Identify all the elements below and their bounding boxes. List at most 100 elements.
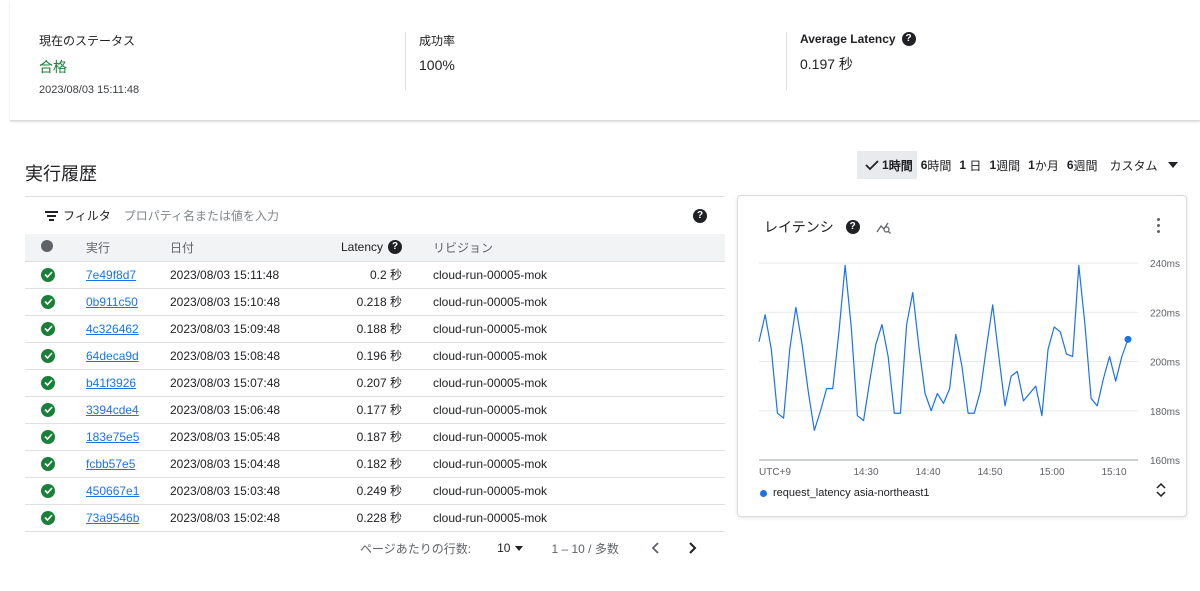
run-revision-cell: cloud-run-00005-mok — [408, 396, 725, 424]
run-revision-cell: cloud-run-00005-mok — [408, 450, 725, 478]
status-cell — [25, 450, 86, 478]
range-1-month[interactable]: 1 か月 — [1024, 151, 1063, 179]
current-status-value: 合格 — [39, 59, 67, 75]
rows-per-page-select[interactable]: 10 — [497, 541, 524, 555]
current-status-metric: 現在のステータス 合格 2023/08/03 15:11:48 — [39, 32, 139, 96]
current-status-label: 現在のステータス — [39, 34, 136, 48]
run-latency-cell: 0.196 秒 — [313, 342, 408, 370]
filter-input[interactable] — [123, 208, 644, 223]
run-id-link[interactable]: 0b911c50 — [86, 295, 138, 309]
latency-series-line — [758, 264, 1129, 432]
run-id-link[interactable]: 4c326462 — [86, 322, 139, 336]
range-num: 1 — [959, 158, 967, 172]
date-column-header[interactable]: 日付 — [170, 234, 313, 262]
range-custom[interactable]: カスタム — [1102, 151, 1182, 179]
table-row: 450667e1 2023/08/03 15:03:48 0.249 秒 clo… — [25, 477, 725, 505]
range-6-weeks[interactable]: 6 週間 — [1063, 151, 1102, 179]
run-id-link[interactable]: 73a9546b — [86, 511, 139, 525]
execution-history-table: 実行 日付 Latency? リビジョン 7e49f8d7 2023/08/03… — [25, 234, 725, 532]
help-icon[interactable]: ? — [388, 240, 402, 255]
run-id-cell: 3394cde4 — [86, 396, 170, 424]
y-tick-label: 200ms — [1150, 358, 1180, 369]
rows-per-page-label: ページあたりの行数: — [360, 541, 472, 556]
help-icon[interactable]: ? — [693, 209, 707, 223]
table-row: fcbb57e5 2023/08/03 15:04:48 0.182 秒 clo… — [25, 450, 725, 478]
table-row: 64deca9d 2023/08/03 15:08:48 0.196 秒 clo… — [25, 342, 725, 370]
run-latency-cell: 0.188 秒 — [313, 315, 408, 343]
status-cell — [25, 288, 86, 316]
run-date-cell: 2023/08/03 15:02:48 — [170, 504, 313, 532]
rows-per-page-value: 10 — [497, 541, 511, 555]
status-cell — [25, 261, 86, 289]
run-id-link[interactable]: 3394cde4 — [86, 403, 139, 417]
range-num: 6 — [920, 158, 928, 172]
run-latency-cell: 0.187 秒 — [313, 423, 408, 451]
status-cell — [25, 315, 86, 343]
y-tick-label: 240ms — [1150, 259, 1180, 270]
range-1-week[interactable]: 1 週間 — [985, 151, 1024, 179]
status-cell — [25, 504, 86, 532]
range-unit: 時間 — [927, 158, 952, 173]
run-date-cell: 2023/08/03 15:10:48 — [170, 288, 313, 316]
run-id-cell: b41f3926 — [86, 369, 170, 397]
x-tick-label: 14:50 — [977, 467, 1002, 478]
table-row: 4c326462 2023/08/03 15:09:48 0.188 秒 clo… — [25, 315, 725, 343]
run-revision-cell: cloud-run-00005-mok — [408, 342, 725, 370]
run-column-header[interactable]: 実行 — [86, 234, 170, 262]
success-check-icon — [41, 375, 55, 390]
run-revision-cell: cloud-run-00005-mok — [408, 369, 725, 397]
run-id-link[interactable]: b41f3926 — [86, 376, 136, 390]
run-id-cell: 0b911c50 — [86, 288, 170, 316]
range-6-hours[interactable]: 6 時間 — [917, 151, 956, 179]
success-check-icon — [41, 429, 55, 444]
status-cell — [25, 396, 86, 424]
run-id-link[interactable]: 183e75e5 — [86, 430, 139, 444]
previous-page-button[interactable] — [645, 538, 665, 558]
next-page-button[interactable] — [683, 538, 703, 558]
filter-icon — [44, 210, 58, 221]
dropdown-caret-icon — [515, 545, 524, 551]
current-status-time: 2023/08/03 15:11:48 — [39, 84, 140, 96]
run-revision-cell: cloud-run-00005-mok — [408, 477, 725, 505]
status-cell — [25, 369, 86, 397]
run-date-cell: 2023/08/03 15:09:48 — [170, 315, 313, 343]
run-id-link[interactable]: 450667e1 — [86, 484, 139, 498]
range-1-hour[interactable]: 1 時間 — [857, 151, 917, 179]
range-unit: 週間 — [1073, 158, 1098, 173]
average-latency-header: Average Latency ? — [800, 32, 916, 46]
success-rate-label: 成功率 — [419, 34, 456, 48]
run-latency-cell: 0.177 秒 — [313, 396, 408, 424]
run-revision-cell: cloud-run-00005-mok — [408, 261, 725, 289]
success-check-icon — [41, 321, 55, 336]
latency-column-label: Latency — [340, 240, 383, 255]
timezone-label: UTC+9 — [759, 467, 791, 478]
expand-legend-icon[interactable] — [1156, 483, 1166, 497]
x-tick-label: 15:00 — [1039, 467, 1064, 478]
page-range-text: 1 – 10 / 多数 — [551, 541, 619, 556]
range-num: 1 — [882, 158, 889, 172]
run-revision-cell: cloud-run-00005-mok — [408, 315, 725, 343]
success-check-icon — [41, 267, 55, 282]
run-id-cell: 4c326462 — [86, 315, 170, 343]
run-id-link[interactable]: 7e49f8d7 — [86, 268, 136, 282]
revision-column-header[interactable]: リビジョン — [408, 234, 725, 262]
run-id-link[interactable]: 64deca9d — [86, 349, 139, 363]
chevron-right-icon — [689, 542, 697, 554]
range-unit: か月 — [1034, 158, 1059, 173]
run-latency-cell: 0.182 秒 — [313, 450, 408, 478]
run-id-link[interactable]: fcbb57e5 — [86, 457, 135, 471]
latency-column-header[interactable]: Latency? — [313, 234, 408, 262]
run-id-cell: 7e49f8d7 — [86, 261, 170, 289]
dropdown-caret-icon — [1167, 162, 1178, 168]
success-rate-metric: 成功率 100% — [419, 32, 455, 73]
help-icon[interactable]: ? — [901, 32, 916, 46]
range-1-day[interactable]: 1 日 — [955, 151, 985, 179]
success-check-icon — [41, 456, 55, 471]
legend-series-name: request_latency asia-northeast1 — [773, 487, 930, 499]
run-id-cell: 183e75e5 — [86, 423, 170, 451]
run-latency-cell: 0.2 秒 — [313, 261, 408, 289]
table-header-row: 実行 日付 Latency? リビジョン — [25, 234, 725, 262]
run-revision-cell: cloud-run-00005-mok — [408, 423, 725, 451]
y-tick-label: 180ms — [1150, 407, 1180, 418]
table-row: 7e49f8d7 2023/08/03 15:11:48 0.2 秒 cloud… — [25, 261, 725, 289]
